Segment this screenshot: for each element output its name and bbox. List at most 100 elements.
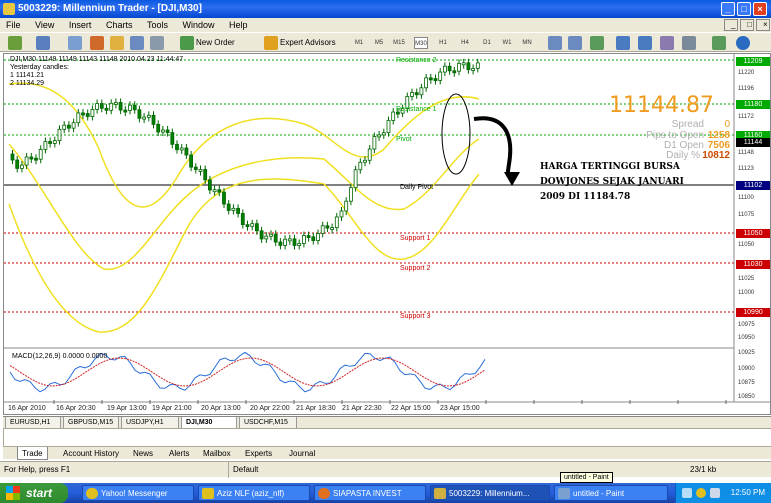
data-window-icon[interactable] (90, 36, 104, 50)
candle (109, 102, 114, 111)
windows-logo-icon (6, 486, 20, 500)
volume-icon[interactable] (710, 488, 720, 498)
zoom-out-icon[interactable] (638, 36, 652, 50)
tab-news[interactable]: News (129, 447, 157, 460)
terminal-icon[interactable] (130, 36, 144, 50)
daily-pivot-label: Daily Pivot (400, 184, 434, 191)
candle (259, 230, 264, 240)
tile-windows-icon[interactable] (660, 36, 674, 50)
tester-icon[interactable] (150, 36, 164, 50)
candle (475, 62, 480, 69)
candle (428, 77, 433, 81)
clock[interactable]: 12:50 PM (731, 488, 765, 497)
line-chart-icon[interactable] (590, 36, 604, 50)
price-axis-tick: 11172 (738, 114, 754, 120)
zoom-in-icon[interactable] (616, 36, 630, 50)
menu-help[interactable]: Help (223, 18, 254, 32)
price-axis-tick: 11075 (738, 212, 755, 218)
candle (132, 104, 137, 111)
window-title-bar[interactable]: 5003229: Millennium Trader - [DJI,M30] _… (0, 0, 771, 18)
menu-insert[interactable]: Insert (63, 18, 98, 32)
periods-icon[interactable] (736, 36, 750, 50)
tab-journal[interactable]: Journal (285, 447, 319, 460)
bar-chart-icon[interactable] (548, 36, 562, 50)
new-order-button[interactable]: New Order (196, 36, 235, 50)
menu-tools[interactable]: Tools (141, 18, 174, 32)
task-browser[interactable]: SIAPASTA INVEST (314, 485, 426, 501)
timeframe-d1[interactable]: D1 (480, 37, 494, 49)
menu-view[interactable]: View (29, 18, 60, 32)
new-chart-icon[interactable] (8, 36, 22, 50)
annotation-line-3: 2009 DI 11184.78 (540, 192, 631, 202)
task-millennium-trader[interactable]: 5003229: Millennium... (430, 485, 550, 501)
tab-mailbox[interactable]: Mailbox (199, 447, 235, 460)
candle (363, 159, 367, 163)
taskbar: start Yahoo! Messenger Aziz NLF (aziz_nl… (0, 483, 771, 503)
highlight-ellipse (441, 93, 471, 175)
candlestick-icon[interactable] (568, 36, 582, 50)
expert-advisors-button[interactable]: Expert Advisors (280, 36, 336, 50)
candle (142, 116, 147, 120)
support1-label: Support 1 (400, 235, 431, 242)
candle (48, 141, 52, 144)
close-button[interactable]: × (753, 2, 767, 16)
time-axis-label: 20 Apr 13:00 (201, 405, 241, 412)
menu-window[interactable]: Window (177, 18, 221, 32)
timeframe-h1[interactable]: H1 (436, 37, 450, 49)
mdi-close-button[interactable]: × (756, 19, 770, 31)
candle (198, 169, 203, 172)
menu-charts[interactable]: Charts (100, 18, 139, 32)
candle (339, 210, 344, 218)
time-axis-label: 21 Apr 18:30 (296, 405, 336, 412)
annotation-line-2: DOWJONES SEJAK JANUARI (540, 177, 684, 187)
navigator-icon[interactable] (110, 36, 124, 50)
annotation-text: HARGA TERTINGGI BURSA DOWJONES SEJAK JAN… (540, 160, 684, 205)
autoscroll-icon[interactable] (682, 36, 696, 50)
current-price: 11144.87 (609, 93, 714, 118)
taskbar-tooltip: untitled - Paint (560, 472, 613, 483)
tab-experts[interactable]: Experts (241, 447, 276, 460)
task-chat-window[interactable]: Aziz NLF (aziz_nlf) (198, 485, 310, 501)
time-axis-label: 19 Apr 21:00 (152, 405, 192, 412)
timeframe-mn[interactable]: MN (520, 37, 534, 49)
mdi-restore-button[interactable]: □ (740, 19, 754, 31)
indicators-icon[interactable] (712, 36, 726, 50)
network-icon[interactable] (682, 488, 692, 498)
minimize-button[interactable]: _ (721, 2, 735, 16)
tab-trade[interactable]: Trade (17, 447, 48, 460)
price-tag-6: 11050 (736, 229, 770, 238)
tab-alerts[interactable]: Alerts (165, 447, 193, 460)
candle (269, 233, 273, 237)
price-chart[interactable]: DJI,M30 11149 11149 11143 11148 2010.04.… (3, 53, 771, 415)
mdi-minimize-button[interactable]: _ (724, 19, 738, 31)
messenger-tray-icon[interactable] (696, 488, 706, 498)
candle (320, 225, 325, 234)
candle (207, 179, 212, 191)
menu-file[interactable]: File (0, 18, 27, 32)
timeframe-m30[interactable]: M30 (414, 37, 428, 49)
toolbar: New Order Expert Advisors M1 M5 M15 M30 … (0, 32, 771, 52)
paint-icon (558, 488, 570, 499)
maximize-button[interactable]: □ (737, 2, 751, 16)
candle (81, 112, 85, 116)
timeframe-w1[interactable]: W1 (500, 37, 514, 49)
price-axis-tick: 10950 (738, 335, 755, 341)
timeframe-m1[interactable]: M1 (352, 37, 366, 49)
tab-account-history[interactable]: Account History (59, 447, 123, 460)
candle (457, 62, 461, 72)
task-yahoo-messenger[interactable]: Yahoo! Messenger (82, 485, 194, 501)
chat-icon (202, 488, 214, 499)
candle (95, 103, 99, 110)
candle (15, 159, 20, 169)
price-axis-tick: 11025 (738, 276, 755, 282)
timeframe-m5[interactable]: M5 (372, 37, 386, 49)
timeframe-m15[interactable]: M15 (392, 37, 406, 49)
task-paint[interactable]: untitled - Paint (554, 485, 668, 501)
timeframe-h4[interactable]: H4 (458, 37, 472, 49)
candle (71, 122, 76, 129)
start-button[interactable]: start (0, 483, 68, 503)
profiles-icon[interactable] (36, 36, 50, 50)
candle (52, 140, 57, 144)
market-watch-icon[interactable] (68, 36, 82, 50)
candle (452, 70, 457, 74)
